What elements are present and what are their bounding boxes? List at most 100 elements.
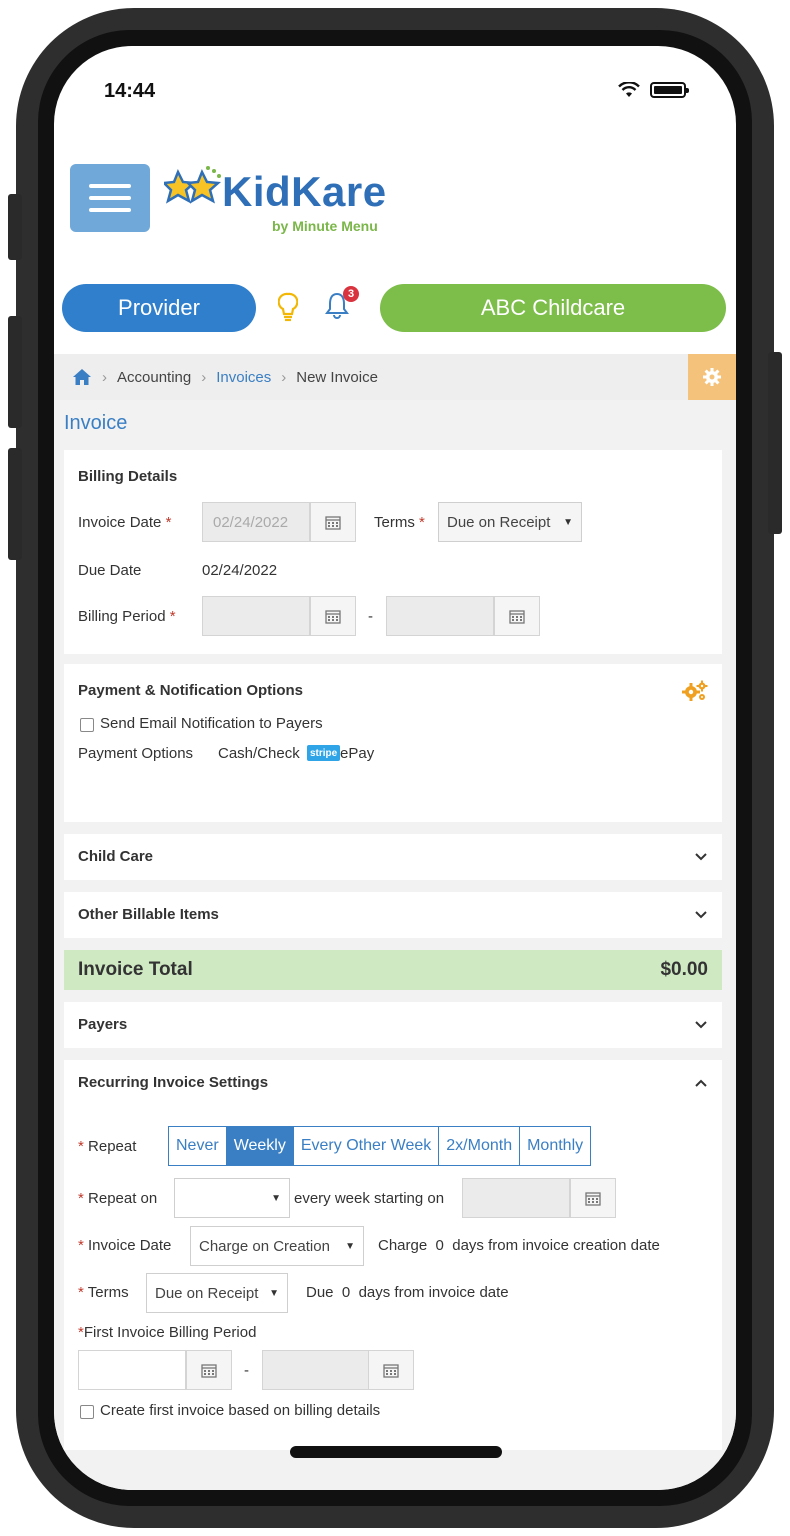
billing-period-label-text: Billing Period xyxy=(78,608,166,625)
calendar-icon xyxy=(325,515,341,530)
calendar-icon xyxy=(383,1363,399,1378)
create-first-invoice-label: Create first invoice based on billing de… xyxy=(100,1402,381,1419)
recurring-invoice-date-select[interactable]: Charge on Creation ▼ xyxy=(190,1226,364,1266)
phone-screen: 14:44 KidKare by Minute Menu Provider 3 … xyxy=(38,30,752,1506)
breadcrumb-accounting: Accounting xyxy=(117,368,192,386)
due-days-text: Due 0 days from invoice date xyxy=(306,1284,509,1301)
invoice-total-value: $0.00 xyxy=(660,959,708,980)
caret-down-icon: ▼ xyxy=(563,516,573,528)
terms-label: Terms * xyxy=(374,514,425,531)
other-billable-title: Other Billable Items xyxy=(78,906,219,923)
payment-option-cash: Cash/Check xyxy=(218,745,300,762)
repeat-option-never[interactable]: Never xyxy=(169,1127,227,1165)
settings-gear-button[interactable] xyxy=(688,354,736,400)
repeat-start-calendar-button[interactable] xyxy=(570,1178,616,1218)
menu-line xyxy=(89,196,131,200)
first-period-start-field[interactable] xyxy=(78,1350,186,1390)
battery-icon xyxy=(650,82,689,98)
due-date-value: 02/24/2022 xyxy=(202,562,278,579)
billing-period-start-calendar-button[interactable] xyxy=(310,596,356,636)
billing-period-label: Billing Period * xyxy=(78,608,176,625)
billing-details-panel: Billing Details Invoice Date * 02/24/202… xyxy=(64,450,722,654)
charge-days-value: 0 xyxy=(435,1237,444,1254)
billing-period-end-field[interactable] xyxy=(386,596,494,636)
chevron-down-icon xyxy=(695,911,707,919)
billing-period-start-field[interactable] xyxy=(202,596,310,636)
repeat-label: * Repeat xyxy=(78,1138,137,1155)
caret-down-icon: ▼ xyxy=(271,1192,281,1204)
breadcrumb: › Accounting › Invoices › New Invoice xyxy=(54,354,736,400)
repeat-on-select[interactable]: ▼ xyxy=(174,1178,290,1218)
provider-button[interactable]: Provider xyxy=(62,284,256,332)
calendar-icon xyxy=(201,1363,217,1378)
due-text: Due xyxy=(306,1284,334,1301)
invoice-date-field[interactable]: 02/24/2022 xyxy=(202,502,310,542)
recurring-settings-title[interactable]: Recurring Invoice Settings xyxy=(78,1074,268,1091)
invoice-total-label: Invoice Total xyxy=(78,959,193,980)
kidkare-logo: KidKare by Minute Menu xyxy=(164,158,394,238)
invoice-total-bar: Invoice Total $0.00 xyxy=(64,950,722,990)
recurring-invoice-date-label: * Invoice Date xyxy=(78,1237,172,1254)
recurring-terms-value: Due on Receipt xyxy=(155,1284,259,1302)
send-email-checkbox[interactable] xyxy=(80,718,94,732)
due-days-value: 0 xyxy=(341,1284,351,1301)
repeat-start-date-field[interactable] xyxy=(462,1178,570,1218)
wifi-icon xyxy=(618,82,640,97)
breadcrumb-invoices-link[interactable]: Invoices xyxy=(216,369,271,386)
payment-options-label: Payment Options xyxy=(78,745,194,762)
repeat-on-label: * Repeat on xyxy=(78,1190,158,1207)
billing-period-dash: - xyxy=(368,608,373,625)
breadcrumb-separator: › xyxy=(201,368,207,386)
repeat-option-every-other-week[interactable]: Every Other Week xyxy=(293,1127,440,1165)
terms-label-text: Terms xyxy=(374,514,415,531)
repeat-option-monthly[interactable]: Monthly xyxy=(520,1127,591,1165)
logo-subtitle: by Minute Menu xyxy=(272,218,378,234)
repeat-option-2x-month[interactable]: 2x/Month xyxy=(439,1127,521,1165)
payment-options-panel: Payment & Notification Options Send Emai… xyxy=(64,664,722,822)
gears-icon[interactable] xyxy=(682,680,708,702)
repeat-label-text: Repeat xyxy=(88,1138,137,1155)
send-email-label: Send Email Notification to Payers xyxy=(100,715,323,732)
calendar-icon xyxy=(509,609,525,624)
kids-logo-icon xyxy=(164,166,222,204)
terms-select[interactable]: Due on Receipt ▼ xyxy=(438,502,582,542)
child-care-section[interactable]: Child Care xyxy=(64,834,722,880)
lightbulb-icon[interactable] xyxy=(278,292,298,322)
invoice-date-label-text: Invoice Date xyxy=(78,514,162,531)
phone-power-button xyxy=(768,352,782,534)
center-name-button[interactable]: ABC Childcare xyxy=(380,284,726,332)
phone-volume-down xyxy=(8,448,22,560)
invoice-date-calendar-button[interactable] xyxy=(310,502,356,542)
menu-line xyxy=(89,208,131,212)
other-billable-section[interactable]: Other Billable Items xyxy=(64,892,722,938)
gear-icon xyxy=(703,368,721,386)
due-days-suffix: days from invoice date xyxy=(358,1284,509,1301)
invoice-date-label: Invoice Date * xyxy=(78,514,172,531)
billing-details-title: Billing Details xyxy=(78,468,178,485)
recurring-terms-label-text: Terms xyxy=(87,1284,129,1301)
calendar-icon xyxy=(585,1191,601,1206)
phone-side-button xyxy=(8,194,22,260)
charge-days-text: Charge 0 days from invoice creation date xyxy=(378,1237,660,1254)
first-period-end-calendar-button[interactable] xyxy=(368,1350,414,1390)
chevron-up-icon[interactable] xyxy=(694,1078,708,1088)
hamburger-menu-button[interactable] xyxy=(70,164,150,232)
chevron-down-icon xyxy=(695,853,707,861)
recurring-terms-select[interactable]: Due on Receipt ▼ xyxy=(146,1273,288,1313)
menu-line xyxy=(89,184,131,188)
repeat-segmented-control: Never Weekly Every Other Week 2x/Month M… xyxy=(168,1126,592,1166)
first-period-label: *First Invoice Billing Period xyxy=(78,1324,257,1341)
first-period-start-calendar-button[interactable] xyxy=(186,1350,232,1390)
calendar-icon xyxy=(325,609,341,624)
charge-days-suffix: days from invoice creation date xyxy=(452,1237,660,1254)
create-first-invoice-checkbox[interactable] xyxy=(80,1405,94,1419)
billing-period-end-calendar-button[interactable] xyxy=(494,596,540,636)
first-period-end-field[interactable] xyxy=(262,1350,370,1390)
charge-text: Charge xyxy=(378,1237,428,1254)
repeat-option-weekly[interactable]: Weekly xyxy=(226,1127,294,1165)
recurring-invoice-date-value: Charge on Creation xyxy=(199,1237,330,1255)
home-icon[interactable] xyxy=(72,368,92,386)
home-indicator[interactable] xyxy=(290,1446,502,1458)
recurring-terms-label: * Terms xyxy=(78,1284,129,1301)
payers-section[interactable]: Payers xyxy=(64,1002,722,1048)
